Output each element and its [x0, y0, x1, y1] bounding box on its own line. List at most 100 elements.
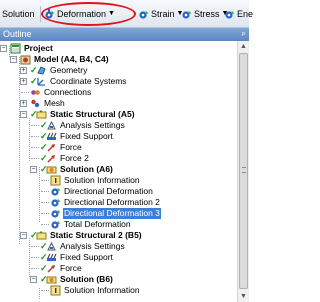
tree-item-label: Geometry: [50, 65, 88, 75]
mesh-icon: [30, 98, 41, 109]
tree-guide-line: [41, 224, 49, 225]
tree-item-label: Fixed Support: [60, 252, 113, 262]
tree-item[interactable]: − ✓ Solution (A6): [0, 164, 237, 175]
collapse-icon[interactable]: −: [0, 45, 7, 52]
tree-item-label: Static Structural 2 (B5): [50, 230, 142, 240]
coordinate-systems-icon: [36, 76, 47, 87]
tree-item-label: Force 2: [60, 153, 89, 163]
tree-item[interactable]: − Project: [0, 43, 237, 54]
model-icon: [20, 54, 31, 65]
collapse-icon[interactable]: −: [30, 276, 37, 283]
tree-item[interactable]: + Mesh: [0, 98, 237, 109]
tree-item[interactable]: ✓ Analysis Settings: [0, 120, 237, 131]
tree-guide-line: [31, 136, 39, 137]
collapse-icon[interactable]: −: [30, 166, 37, 173]
fixed-support-icon: [46, 252, 57, 263]
static-structural-icon: [36, 230, 47, 241]
tree-item[interactable]: ✓ Force: [0, 142, 237, 153]
tree-item-label: Force: [60, 142, 82, 152]
tree-item-label: Directional Deformation 2: [64, 197, 160, 207]
scroll-down-arrow-icon[interactable]: ▼: [238, 291, 249, 302]
expand-icon[interactable]: +: [20, 78, 27, 85]
solution-icon: [46, 274, 57, 285]
tree-item-label: Coordinate Systems: [50, 76, 127, 86]
static-structural-icon: [36, 109, 47, 120]
tree-item-label: Connections: [44, 87, 92, 97]
tree-item-label: Static Structural (A5): [50, 109, 135, 119]
tree-item-label: Total Deformation: [64, 219, 131, 229]
tree-item[interactable]: ✓ Fixed Support: [0, 131, 237, 142]
scrollbar-thumb[interactable]: [239, 53, 248, 289]
tree-item[interactable]: Directional Deformation 3: [0, 208, 237, 219]
tree-item[interactable]: Directional Deformation: [0, 186, 237, 197]
deformation-result-icon: [50, 186, 61, 197]
deformation-result-icon: [50, 219, 61, 230]
solution-icon: [46, 164, 57, 175]
tree-item-label: Directional Deformation 3: [63, 208, 161, 219]
force-icon: [46, 153, 57, 164]
tree-guide-line: [31, 125, 39, 126]
tree-item[interactable]: Solution Information: [0, 175, 237, 186]
deformation-dropdown-button[interactable]: Deformation ▼: [44, 6, 115, 22]
strain-dropdown-label: Strain: [151, 9, 175, 19]
deformation-result-icon: [50, 197, 61, 208]
tree-item[interactable]: − ✓ Static Structural 2 (B5): [0, 230, 237, 241]
strain-dropdown-button[interactable]: Strain ▼: [138, 6, 183, 22]
force-icon: [46, 142, 57, 153]
tree-item-label: Solution Information: [64, 175, 140, 185]
tree-item[interactable]: Solution Information: [0, 285, 237, 296]
chevron-down-icon: ▼: [108, 10, 115, 17]
tree-item-label: Mesh: [44, 98, 65, 108]
outline-title: Outline: [3, 29, 32, 39]
tree-item[interactable]: ✓ Force 2: [0, 153, 237, 164]
connections-icon: [30, 87, 41, 98]
tree-item[interactable]: Directional Deformation 2: [0, 197, 237, 208]
fixed-support-icon: [46, 131, 57, 142]
energy-result-icon: [224, 9, 235, 20]
expand-icon[interactable]: +: [20, 67, 27, 74]
collapse-icon[interactable]: −: [20, 232, 27, 239]
tree-guide-line: [31, 257, 39, 258]
tree-item-label: Solution (B6): [60, 274, 113, 284]
tree-item[interactable]: − ✓ Solution (B6): [0, 274, 237, 285]
stress-dropdown-button[interactable]: Stress ▼: [181, 6, 228, 22]
tree-item[interactable]: ✓ Force: [0, 263, 237, 274]
tree-item[interactable]: + ✓ Geometry: [0, 65, 237, 76]
outline-panel-header: Outline ᵖ: [0, 28, 249, 41]
tree-guide-line: [31, 158, 39, 159]
solution-toolbar-button[interactable]: Solution: [2, 6, 35, 22]
tree-guide-line: [41, 191, 49, 192]
tree-item-label: Model (A4, B4, C4): [34, 54, 109, 64]
tree-item[interactable]: Total Deformation: [0, 219, 237, 230]
tree-guide-line: [31, 147, 39, 148]
tree-item-label: Force: [60, 263, 82, 273]
scroll-up-arrow-icon[interactable]: ▲: [238, 41, 249, 52]
deformation-result-icon: [50, 208, 61, 219]
tree-item[interactable]: − Model (A4, B4, C4): [0, 54, 237, 65]
deformation-dropdown-label: Deformation: [57, 9, 107, 19]
expand-icon[interactable]: +: [20, 100, 27, 107]
tree-item[interactable]: − ✓ Static Structural (A5): [0, 109, 237, 120]
tree-item[interactable]: ✓ Analysis Settings: [0, 241, 237, 252]
solution-information-icon: [50, 285, 61, 296]
scrollbar-grip-icon: [242, 167, 246, 173]
tree-item[interactable]: + ✓ Coordinate Systems: [0, 76, 237, 87]
force-icon: [46, 263, 57, 274]
tree-item[interactable]: ✓ Fixed Support: [0, 252, 237, 263]
collapse-icon[interactable]: −: [10, 56, 17, 63]
tree-item[interactable]: Connections: [0, 87, 237, 98]
tree-item-label: Analysis Settings: [60, 241, 125, 251]
analysis-settings-icon: [46, 241, 57, 252]
collapse-icon[interactable]: −: [20, 111, 27, 118]
tree-item-label: Analysis Settings: [60, 120, 125, 130]
strain-result-icon: [138, 9, 149, 20]
stress-dropdown-label: Stress: [194, 9, 220, 19]
pin-icon[interactable]: ᵖ: [242, 28, 245, 41]
tree-item-label: Project: [24, 43, 53, 53]
tree-item-label: Directional Deformation: [64, 186, 153, 196]
tree-guide-line: [41, 290, 49, 291]
vertical-scrollbar[interactable]: ▲ ▼: [237, 41, 249, 302]
tree-guide-line: [31, 246, 39, 247]
tree-item-label: Fixed Support: [60, 131, 113, 141]
energy-dropdown-button[interactable]: Ene: [224, 6, 253, 22]
